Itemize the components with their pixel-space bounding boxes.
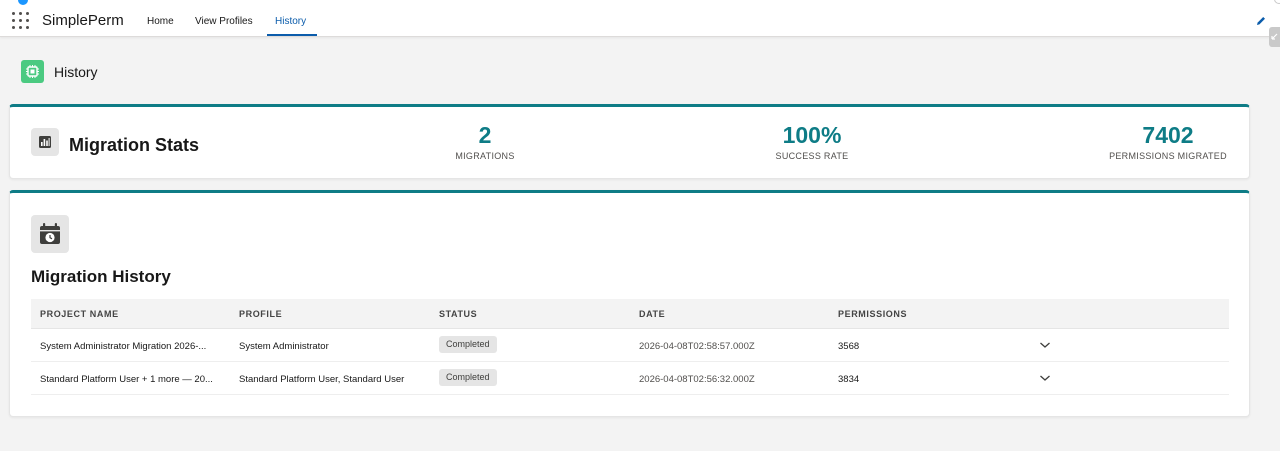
stat-migrations: 2 MIGRATIONS — [405, 121, 565, 161]
app-launcher-icon[interactable] — [12, 12, 30, 30]
stat-value: 7402 — [1142, 122, 1194, 148]
stat-label: SUCCESS RATE — [775, 151, 849, 161]
table-header: PROJECT NAME PROFILE STATUS DATE PERMISS… — [31, 299, 1229, 329]
cell-permissions: 3834 — [838, 374, 860, 385]
chip-icon — [21, 60, 44, 83]
stat-value: 2 — [478, 122, 492, 148]
migration-stats-card: Migration Stats 2 MIGRATIONS 100% SUCCES… — [9, 104, 1250, 179]
status-badge: Completed — [439, 369, 497, 386]
setup-dot — [1274, 0, 1280, 4]
history-title: Migration History — [31, 267, 171, 286]
stats-title: Migration Stats — [69, 135, 200, 155]
chevron-down-icon[interactable] — [1039, 340, 1051, 350]
migration-history-table: PROJECT NAME PROFILE STATUS DATE PERMISS… — [31, 299, 1229, 395]
cell-date: 2026-04-08T02:56:32.000Z — [639, 374, 755, 385]
cell-profile: System Administrator — [239, 341, 329, 352]
stat-value: 100% — [782, 122, 842, 148]
status-badge: Completed — [439, 336, 497, 353]
chevron-down-icon[interactable] — [1039, 373, 1051, 383]
cell-project-name: Standard Platform User + 1 more — 20... — [40, 374, 213, 385]
nav-tab-home[interactable]: Home — [147, 16, 174, 27]
column-header-profile[interactable]: PROFILE — [239, 309, 282, 319]
column-header-permissions[interactable]: PERMISSIONS — [838, 309, 907, 319]
cell-project-name: System Administrator Migration 2026-... — [40, 341, 207, 352]
pencil-edit-icon[interactable] — [1255, 15, 1267, 27]
bar-chart-icon — [31, 128, 59, 156]
active-tab-indicator — [267, 34, 317, 36]
table-row[interactable]: Standard Platform User + 1 more — 20... … — [31, 362, 1229, 395]
column-header-project-name[interactable]: PROJECT NAME — [40, 309, 119, 319]
column-header-date[interactable]: DATE — [639, 309, 665, 319]
app-name: SimplePerm — [42, 12, 124, 29]
cell-permissions: 3568 — [838, 341, 860, 352]
migration-history-card: Migration History PROJECT NAME PROFILE S… — [9, 190, 1250, 417]
avatar-dot — [18, 0, 28, 5]
nav-tab-history[interactable]: History — [275, 16, 306, 27]
page-title: History — [54, 64, 98, 80]
table-row[interactable]: System Administrator Migration 2026-... … — [31, 329, 1229, 362]
expand-icon — [1271, 33, 1278, 40]
calendar-clock-icon — [31, 215, 69, 253]
global-navigation: SimplePerm Home View Profiles History — [0, 0, 1280, 37]
stat-success-rate: 100% SUCCESS RATE — [732, 121, 892, 161]
cell-date: 2026-04-08T02:58:57.000Z — [639, 341, 755, 352]
utility-side-tab[interactable] — [1269, 27, 1280, 47]
column-header-status[interactable]: STATUS — [439, 309, 477, 319]
cell-profile: Standard Platform User, Standard User — [239, 374, 405, 385]
nav-tab-view-profiles[interactable]: View Profiles — [195, 16, 253, 27]
stat-label: PERMISSIONS MIGRATED — [1109, 151, 1227, 161]
stat-permissions-migrated: 7402 PERMISSIONS MIGRATED — [1088, 121, 1248, 161]
stat-label: MIGRATIONS — [455, 151, 515, 161]
